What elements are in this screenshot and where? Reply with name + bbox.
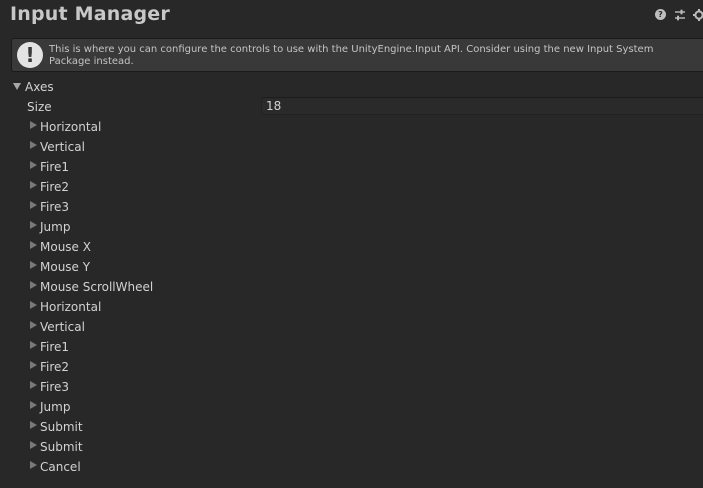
axis-label: Jump: [40, 220, 71, 234]
axis-foldout-item[interactable]: Fire2: [0, 357, 703, 377]
axis-foldout-item[interactable]: Horizontal: [0, 297, 703, 317]
axis-label: Horizontal: [40, 120, 102, 134]
input-manager-panel: Input Manager ? ! This is where you can …: [0, 0, 703, 488]
size-label: Size: [27, 100, 52, 114]
axis-foldout-item[interactable]: Fire3: [0, 197, 703, 217]
foldout-collapsed-icon[interactable]: [30, 341, 37, 349]
axis-foldout-item[interactable]: Jump: [0, 217, 703, 237]
axes-foldout[interactable]: Axes: [0, 79, 703, 95]
panel-header: Input Manager ?: [0, 0, 703, 32]
axis-foldout-item[interactable]: Submit: [0, 437, 703, 457]
foldout-collapsed-icon[interactable]: [30, 161, 37, 169]
foldout-collapsed-icon[interactable]: [30, 381, 37, 389]
axis-foldout-item[interactable]: Horizontal: [0, 117, 703, 137]
info-help-box: ! This is where you can configure the co…: [11, 38, 703, 72]
axis-label: Mouse Y: [40, 260, 91, 274]
axis-label: Vertical: [40, 320, 85, 334]
axis-label: Submit: [40, 420, 83, 434]
foldout-collapsed-icon[interactable]: [30, 261, 37, 269]
axis-label: Fire1: [40, 160, 70, 174]
foldout-collapsed-icon[interactable]: [30, 361, 37, 369]
foldout-collapsed-icon[interactable]: [30, 221, 37, 229]
axis-foldout-item[interactable]: Mouse Y: [0, 257, 703, 277]
axis-label: Jump: [40, 400, 71, 414]
foldout-collapsed-icon[interactable]: [30, 421, 37, 429]
foldout-collapsed-icon[interactable]: [30, 141, 37, 149]
axis-label: Fire3: [40, 380, 70, 394]
axis-label: Fire1: [40, 340, 70, 354]
axis-foldout-item[interactable]: Fire2: [0, 177, 703, 197]
axis-label: Vertical: [40, 140, 85, 154]
foldout-collapsed-icon[interactable]: [30, 241, 37, 249]
foldout-collapsed-icon[interactable]: [30, 301, 37, 309]
axis-label: Mouse X: [40, 240, 91, 254]
axis-foldout-item[interactable]: Mouse X: [0, 237, 703, 257]
foldout-expanded-icon[interactable]: [13, 83, 21, 90]
presets-icon[interactable]: [673, 8, 686, 21]
warning-icon: !: [17, 42, 43, 68]
axis-foldout-item[interactable]: Fire1: [0, 337, 703, 357]
axis-label: Horizontal: [40, 300, 102, 314]
header-icons: ?: [654, 8, 703, 21]
axis-label: Cancel: [40, 460, 81, 474]
page-title: Input Manager: [10, 3, 170, 25]
axis-foldout-item[interactable]: Fire3: [0, 377, 703, 397]
foldout-collapsed-icon[interactable]: [30, 281, 37, 289]
axis-label: Mouse ScrollWheel: [40, 280, 154, 294]
axis-label: Fire2: [40, 180, 70, 194]
foldout-collapsed-icon[interactable]: [30, 461, 37, 469]
axis-label: Fire2: [40, 360, 70, 374]
axis-foldout-item[interactable]: Jump: [0, 397, 703, 417]
foldout-collapsed-icon[interactable]: [30, 441, 37, 449]
axis-label: Fire3: [40, 200, 70, 214]
axes-label: Axes: [25, 80, 54, 94]
axis-label: Submit: [40, 440, 83, 454]
size-row: Size: [0, 97, 703, 115]
axis-foldout-item[interactable]: Vertical: [0, 317, 703, 337]
axis-foldout-item[interactable]: Mouse ScrollWheel: [0, 277, 703, 297]
axis-foldout-item[interactable]: Submit: [0, 417, 703, 437]
foldout-collapsed-icon[interactable]: [30, 401, 37, 409]
axis-list: Horizontal Vertical Fire1 Fire2 Fire3 Jump Mou…: [0, 117, 703, 477]
foldout-collapsed-icon[interactable]: [30, 121, 37, 129]
axis-foldout-item[interactable]: Fire1: [0, 157, 703, 177]
foldout-collapsed-icon[interactable]: [30, 181, 37, 189]
help-icon[interactable]: ?: [654, 8, 667, 21]
settings-gear-icon[interactable]: [692, 8, 703, 21]
info-message: This is where you can configure the cont…: [49, 44, 654, 67]
axis-foldout-item[interactable]: Vertical: [0, 137, 703, 157]
foldout-collapsed-icon[interactable]: [30, 321, 37, 329]
size-input[interactable]: [261, 97, 703, 115]
foldout-collapsed-icon[interactable]: [30, 201, 37, 209]
axis-foldout-item[interactable]: Cancel: [0, 457, 703, 477]
